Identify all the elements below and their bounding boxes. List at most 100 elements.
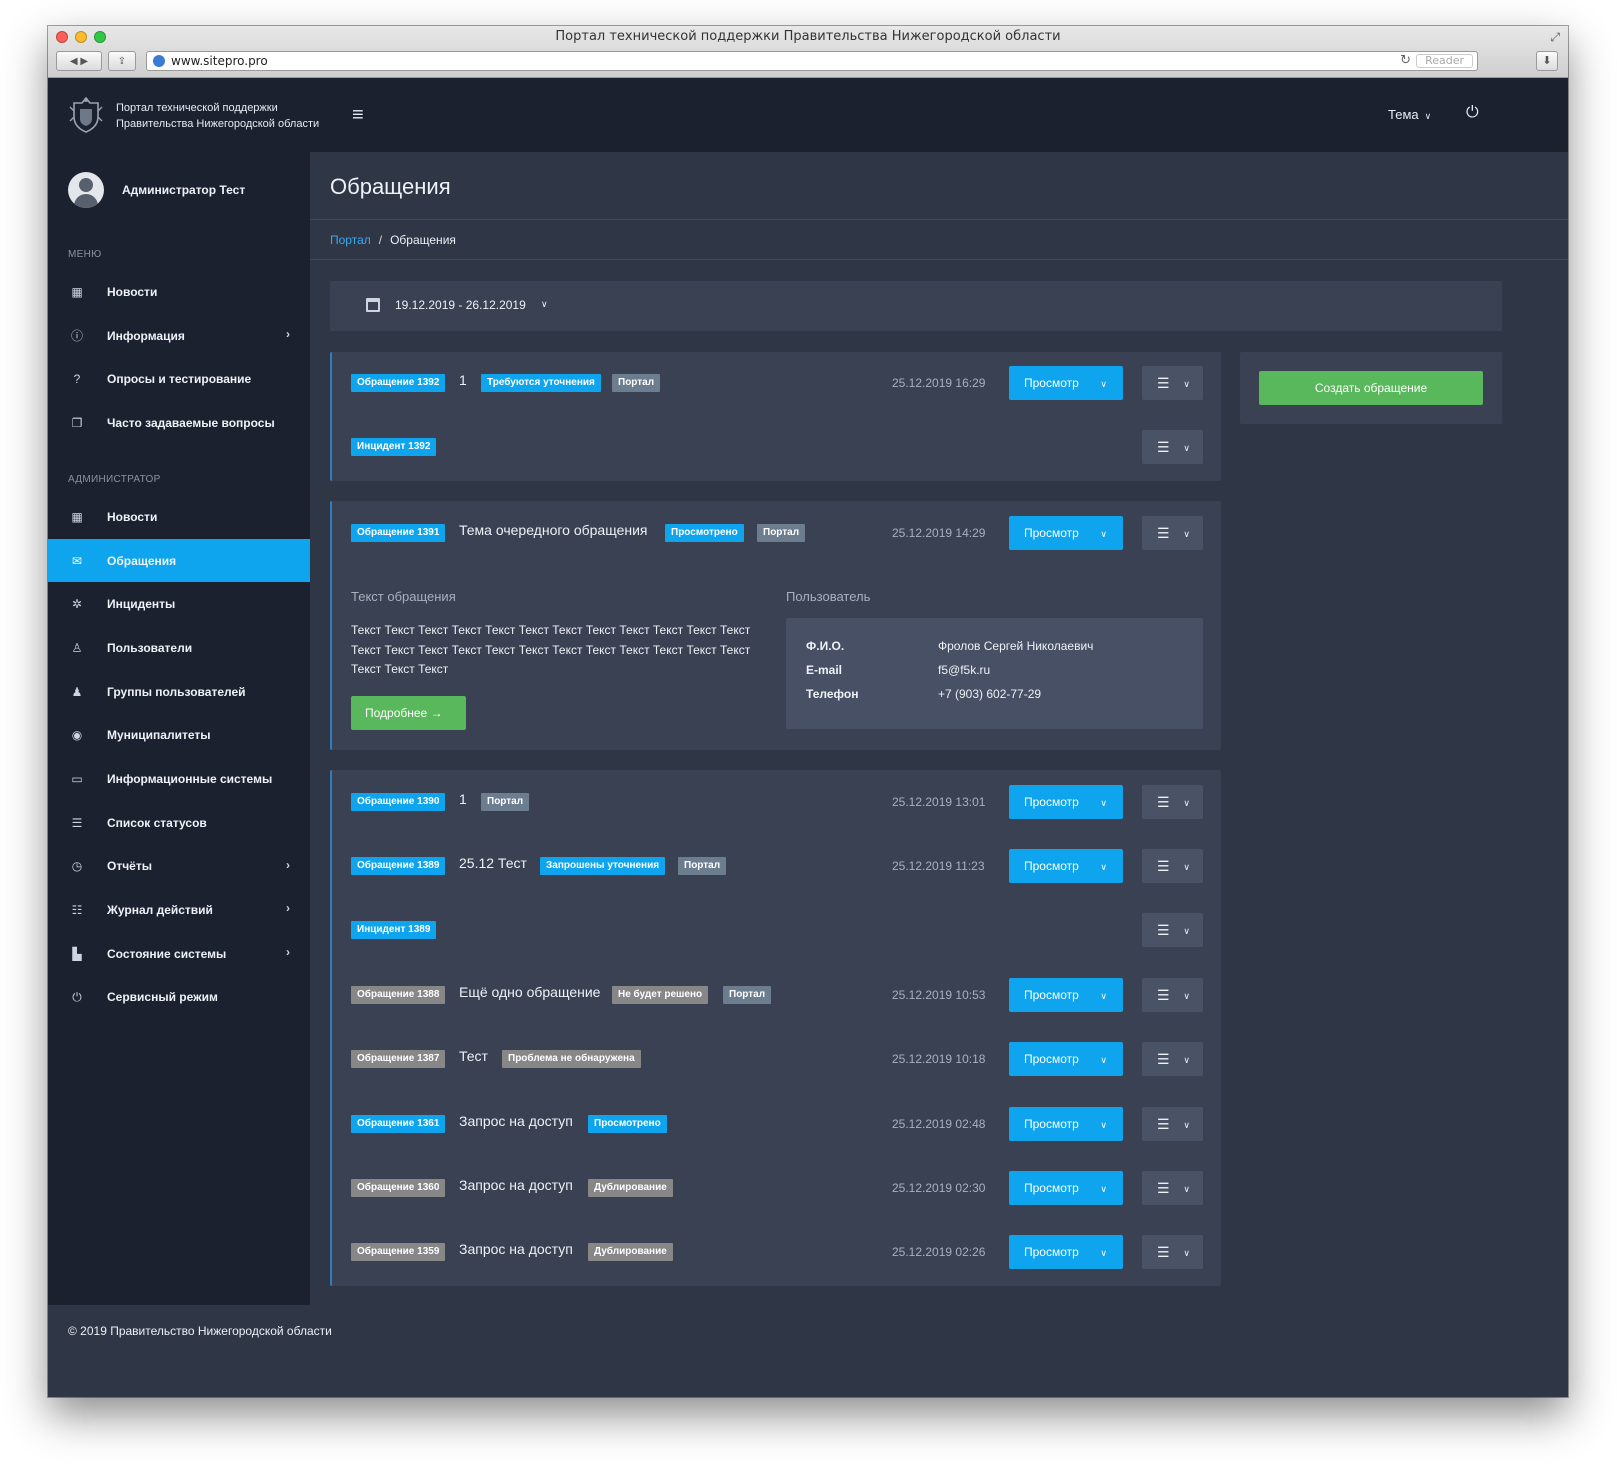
create-appeal-button[interactable]: Создать обращение: [1259, 371, 1483, 405]
theme-dropdown[interactable]: Тема ∨: [1388, 107, 1431, 122]
appeal-date: 25.12.2019 16:29: [892, 376, 986, 390]
sidebar-item-label: Обращения: [107, 553, 177, 568]
sidebar-item-users[interactable]: ♙ Пользователи: [48, 626, 310, 670]
actions-menu-button[interactable]: ☰ ∨: [1142, 430, 1203, 464]
fullscreen-icon[interactable]: ⤢: [1550, 30, 1560, 45]
appeal-title[interactable]: 25.12 Тест: [459, 855, 527, 871]
view-button[interactable]: Просмотр ∨: [1009, 516, 1123, 550]
view-button-label: Просмотр: [1024, 1245, 1079, 1259]
view-button[interactable]: Просмотр ∨: [1009, 1042, 1123, 1076]
appeal-date: 25.12.2019 10:53: [892, 988, 986, 1002]
email-value: f5@f5k.ru: [938, 663, 991, 677]
view-button[interactable]: Просмотр ∨: [1009, 849, 1123, 883]
actions-menu-button[interactable]: ☰ ∨: [1142, 516, 1203, 550]
appeal-title[interactable]: 1: [459, 372, 467, 388]
chevron-down-icon: ∨: [1183, 862, 1190, 872]
date-filter[interactable]: 19.12.2019 - 26.12.2019 ∨: [330, 281, 1502, 331]
appeal-title[interactable]: Запрос на доступ: [459, 1113, 573, 1129]
actions-menu-button[interactable]: ☰ ∨: [1142, 366, 1203, 400]
actions-menu-button[interactable]: ☰ ∨: [1142, 1042, 1203, 1076]
appeal-title[interactable]: Ещё одно обращение: [459, 984, 600, 1000]
newspaper-icon: ▦: [71, 284, 83, 299]
sidebar-item-service-mode[interactable]: ⏻ Сервисный режим: [48, 976, 310, 1020]
logout-power-icon[interactable]: ⏻: [1466, 104, 1479, 122]
appeal-id-badge[interactable]: Обращение 1387: [351, 1050, 446, 1068]
sidebar-item-label: Пользователи: [107, 640, 193, 655]
history-nav: ◀ ▶ ⇪: [56, 51, 136, 71]
downloads-button[interactable]: ⬇: [1536, 51, 1558, 71]
address-bar[interactable]: www.sitepro.pro ↻ Reader: [146, 51, 1478, 71]
back-forward-button[interactable]: ◀ ▶: [56, 51, 102, 71]
appeal-title[interactable]: 1: [459, 791, 467, 807]
sidebar-item-action-log[interactable]: ☷ Журнал действий ›: [48, 888, 310, 932]
sidebar-item-surveys[interactable]: ? Опросы и тестирование: [48, 357, 310, 401]
sidebar-item-reports[interactable]: ◷ Отчёты ›: [48, 845, 310, 889]
sidebar-item-faq[interactable]: ❐ Часто задаваемые вопросы: [48, 401, 310, 445]
appeal-title[interactable]: Тема очередного обращения: [459, 522, 648, 538]
sidebar-item-label: Информационные системы: [107, 771, 273, 786]
brand-line-1: Портал технической поддержки: [116, 102, 278, 114]
appeal-date: 25.12.2019 11:23: [892, 859, 985, 873]
actions-menu-button[interactable]: ☰ ∨: [1142, 1171, 1203, 1205]
sidebar-item-news[interactable]: ▦ Новости: [48, 270, 310, 314]
appeal-card-1392: Обращение 1392 1 Требуются уточнения Пор…: [330, 352, 1221, 481]
fio-key: Ф.И.О.: [806, 639, 845, 653]
source-badge: Портал: [723, 986, 772, 1004]
incident-badge[interactable]: Инцидент 1389: [351, 921, 437, 939]
breadcrumb-portal-link[interactable]: Портал: [330, 233, 371, 247]
view-button[interactable]: Просмотр ∨: [1009, 1171, 1123, 1205]
sidebar-item-information[interactable]: ⓘ Информация ›: [48, 314, 310, 358]
appeal-id-badge[interactable]: Обращение 1390: [351, 793, 446, 811]
appeal-title[interactable]: Запрос на доступ: [459, 1177, 573, 1193]
newspaper-icon: ▦: [71, 509, 83, 524]
sidebar-item-admin-news[interactable]: ▦ Новости: [48, 495, 310, 539]
actions-menu-button[interactable]: ☰ ∨: [1142, 849, 1203, 883]
hamburger-menu-icon[interactable]: ≡: [352, 105, 364, 125]
incident-badge[interactable]: Инцидент 1392: [351, 438, 437, 456]
sidebar-item-user-groups[interactable]: ♟ Группы пользователей: [48, 670, 310, 714]
appeal-date: 25.12.2019 10:18: [892, 1052, 986, 1066]
view-button-label: Просмотр: [1024, 526, 1079, 540]
view-button[interactable]: Просмотр ∨: [1009, 366, 1123, 400]
appeal-id-badge[interactable]: Обращение 1388: [351, 986, 446, 1004]
view-button-label: Просмотр: [1024, 859, 1079, 873]
appeal-date: 25.12.2019 02:30: [892, 1181, 986, 1195]
appeal-id-badge[interactable]: Обращение 1392: [351, 374, 446, 392]
coat-of-arms-logo[interactable]: [66, 95, 106, 135]
view-button[interactable]: Просмотр ∨: [1009, 1107, 1123, 1141]
more-button[interactable]: Подробнее →: [351, 696, 466, 730]
appeal-id-badge[interactable]: Обращение 1361: [351, 1115, 446, 1133]
view-button[interactable]: Просмотр ∨: [1009, 1235, 1123, 1269]
appeal-title[interactable]: Тест: [459, 1048, 488, 1064]
menu-bars-icon: ☰: [1157, 1180, 1170, 1196]
view-button[interactable]: Просмотр ∨: [1009, 978, 1123, 1012]
appeal-card-1391: Обращение 1391 Тема очередного обращения…: [330, 501, 1221, 750]
appeal-row-1389: Обращение 1389 25.12 Тест Запрошены уточ…: [332, 841, 1223, 891]
appeal-id-badge[interactable]: Обращение 1389: [351, 857, 446, 875]
appeal-title[interactable]: Запрос на доступ: [459, 1241, 573, 1257]
menu-bars-icon: ☰: [1157, 439, 1170, 455]
chevron-down-icon: ∨: [1424, 111, 1432, 121]
actions-menu-button[interactable]: ☰ ∨: [1142, 1235, 1203, 1269]
sidebar-item-label: Часто задаваемые вопросы: [107, 415, 275, 430]
sidebar-item-system-state[interactable]: ▙ Состояние системы ›: [48, 932, 310, 976]
reader-button[interactable]: Reader: [1416, 54, 1473, 68]
appeal-id-badge[interactable]: Обращение 1360: [351, 1179, 446, 1197]
sidebar-item-municipalities[interactable]: ◉ Муниципалитеты: [48, 713, 310, 757]
sidebar-item-status-list[interactable]: ☰ Список статусов: [48, 801, 310, 845]
appeal-id-badge[interactable]: Обращение 1359: [351, 1243, 446, 1261]
sidebar-item-incidents[interactable]: ✲ Инциденты: [48, 582, 310, 626]
actions-menu-button[interactable]: ☰ ∨: [1142, 1107, 1203, 1141]
brand-title[interactable]: Портал технической поддержки Правительст…: [116, 100, 319, 132]
actions-menu-button[interactable]: ☰ ∨: [1142, 913, 1203, 947]
reload-icon[interactable]: ↻: [1400, 52, 1411, 70]
appeal-id-badge[interactable]: Обращение 1391: [351, 524, 446, 542]
actions-menu-button[interactable]: ☰ ∨: [1142, 785, 1203, 819]
user-profile[interactable]: Администратор Тест: [68, 172, 245, 208]
appeal-row: Обращение 1391 Тема очередного обращения…: [332, 508, 1223, 558]
sidebar-item-appeals[interactable]: ✉ Обращения: [48, 538, 310, 583]
sidebar-item-info-systems[interactable]: ▭ Информационные системы: [48, 757, 310, 801]
actions-menu-button[interactable]: ☰ ∨: [1142, 978, 1203, 1012]
share-button[interactable]: ⇪: [108, 51, 136, 71]
view-button[interactable]: Просмотр ∨: [1009, 785, 1123, 819]
